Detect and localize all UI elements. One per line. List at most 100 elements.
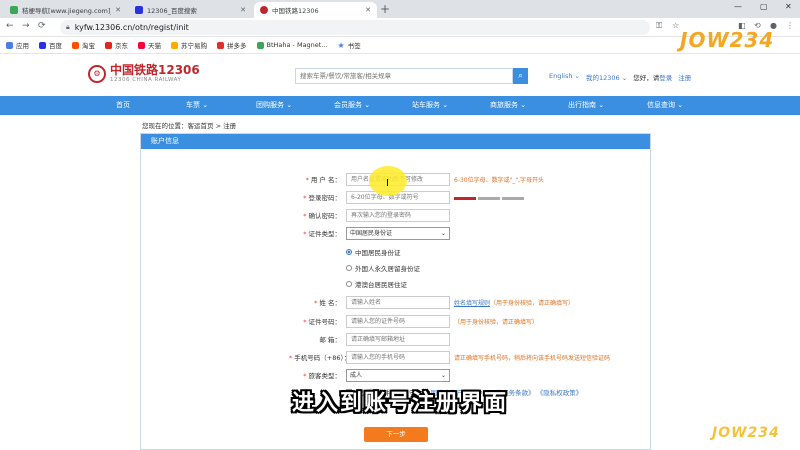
railway-logo-icon: ⚙︎ [88, 64, 106, 83]
confirm-password-label: * 确认密码： [303, 212, 341, 220]
email-label: 邮 箱： [319, 336, 341, 344]
id-number-label: * 证件号码： [303, 318, 341, 326]
logo-subtitle: 12306 CHINA RAILWAY [110, 77, 182, 83]
key-icon[interactable]: ⚿ [656, 21, 662, 31]
bookmark-apps[interactable]: 应用 [6, 40, 29, 50]
greeting-text: 您好，请 [633, 74, 660, 82]
close-icon[interactable]: ✕ [365, 6, 371, 14]
jd-icon [105, 41, 112, 49]
breadcrumb: 您现在的位置：客运首页 > 注册 [142, 122, 237, 130]
english-link[interactable]: English ⌄ [549, 72, 580, 82]
site-search-input[interactable] [295, 68, 513, 84]
address-bar[interactable]: 🔒︎ kyfw.12306.cn/otn/regist/init [60, 20, 650, 35]
window-close-icon[interactable]: ✕ [785, 2, 792, 11]
watermark-logo-bottom: JOW234 [712, 425, 780, 441]
close-icon[interactable]: ✕ [240, 6, 246, 14]
bthaha-icon [256, 41, 264, 49]
tab-title: 秸梗导航[www.jiegeng.com]_秸 [22, 7, 112, 15]
tmall-icon [138, 41, 145, 49]
taobao-icon [72, 41, 79, 49]
bookmark-jd[interactable]: 京东 [105, 40, 128, 50]
password-label: * 登录密码： [303, 194, 341, 202]
bookmark-taobao[interactable]: 淘宝 [72, 40, 95, 50]
id-number-input[interactable] [346, 314, 450, 328]
back-icon[interactable]: ← [6, 21, 14, 31]
username-hint: 6-30位字母、数字或"_",字母开头 [454, 176, 545, 184]
nav-tickets[interactable]: 车票 ⌄ [186, 96, 208, 115]
confirm-password-input[interactable] [346, 208, 450, 222]
nav-info[interactable]: 信息查询 ⌄ [647, 96, 683, 115]
nav-station[interactable]: 站车服务 ⌄ [412, 96, 448, 115]
id-type-select[interactable]: 中国居民身份证 ⌄ [346, 226, 450, 240]
suning-icon [171, 41, 178, 49]
next-step-button[interactable]: 下一步 [364, 427, 428, 442]
nav-guide[interactable]: 出行指南 ⌄ [568, 96, 604, 115]
reload-icon[interactable]: ⟳ [38, 21, 46, 31]
new-tab-button[interactable]: + [380, 2, 390, 16]
radio-selected-icon [346, 249, 352, 255]
search-button[interactable]: ⌕ [513, 68, 528, 84]
bookmark-suning[interactable]: 苏宁易购 [171, 40, 207, 50]
site-favicon-icon [10, 6, 18, 14]
passenger-type-label: * 旅客类型： [303, 372, 341, 380]
my12306-link[interactable]: 我的12306 ⌄ [586, 72, 627, 82]
video-subtitle: 进入到账号注册界面 [291, 391, 508, 416]
baidu-icon [39, 41, 46, 49]
logo-title: 中国铁路12306 [110, 63, 200, 77]
radio-icon [346, 265, 352, 271]
chevron-down-icon: ⌄ [440, 229, 446, 237]
nav-home[interactable]: 首页 [116, 96, 130, 115]
id-option-hkmt[interactable]: 港澳台居民居住证 [346, 279, 407, 289]
radio-icon [346, 281, 352, 287]
id-option-resident[interactable]: 中国居民身份证 [346, 247, 401, 257]
search-icon: ⌕ [518, 71, 523, 80]
bookmark-baidu[interactable]: 百度 [39, 40, 62, 50]
phone-hint: 请正确填写手机号码，稍后将向该手机号码发送短信验证码 [454, 354, 611, 362]
apps-grid-icon [6, 41, 13, 49]
login-link[interactable]: 登录 [659, 74, 672, 82]
password-strength-bar [454, 197, 524, 200]
maximize-icon[interactable]: ▢ [760, 2, 768, 11]
id-option-foreigner[interactable]: 外国人永久居留身份证 [346, 263, 420, 273]
pinduoduo-icon [217, 41, 224, 49]
bookmark-folder[interactable]: ★ 书签 [338, 40, 361, 51]
username-label: * 用 户 名： [305, 176, 341, 184]
email-input[interactable] [346, 332, 450, 346]
baidu-favicon-icon [135, 6, 143, 14]
id-number-hint: （用于身份核验，请正确填写） [454, 318, 539, 326]
phone-input[interactable] [346, 350, 450, 364]
bookmark-tmall[interactable]: 天猫 [138, 40, 161, 50]
tab-title: 中国铁路12306 [272, 7, 319, 15]
close-icon[interactable]: ✕ [115, 6, 121, 14]
main-nav: 首页 车票 ⌄ 团购服务 ⌄ 会员服务 ⌄ 站车服务 ⌄ 商旅服务 ⌄ 出行指南… [0, 96, 800, 115]
nav-group[interactable]: 团购服务 ⌄ [256, 96, 292, 115]
forward-icon[interactable]: → [22, 21, 30, 31]
passenger-type-select[interactable]: 成人 ⌄ [346, 368, 450, 382]
tab-title: 12306_百度搜索 [147, 7, 197, 15]
chevron-down-icon: ⌄ [440, 371, 446, 379]
url-text: kyfw.12306.cn/otn/regist/init [74, 23, 189, 32]
browser-tab-3-active[interactable]: 中国铁路12306 ✕ [254, 2, 377, 18]
minimize-icon[interactable]: — [734, 2, 742, 11]
star-icon[interactable]: ☆ [672, 21, 679, 30]
bookmark-pinduoduo[interactable]: 拼多多 [217, 40, 247, 50]
bookmark-bthaha[interactable]: BtHaha - Magnet... [256, 41, 328, 49]
id-type-label: * 证件类型： [303, 230, 341, 238]
name-rules-link[interactable]: 姓名填写规则 [454, 300, 490, 307]
browser-tab-2[interactable]: 12306_百度搜索 ✕ [129, 2, 252, 18]
panel-title: 账户信息 [141, 134, 650, 149]
site-header: ⚙︎ 中国铁路12306 12306 CHINA RAILWAY ⌕ Engli… [0, 54, 800, 96]
watermark-logo: JOW234 [680, 28, 775, 52]
register-link[interactable]: 注册 [678, 72, 691, 82]
browser-tab-1[interactable]: 秸梗导航[www.jiegeng.com]_秸 ✕ [4, 2, 127, 18]
nav-business[interactable]: 商旅服务 ⌄ [490, 96, 526, 115]
nav-member[interactable]: 会员服务 ⌄ [334, 96, 370, 115]
name-hint: （用于身份核验，请正确填写） [490, 299, 575, 307]
name-input[interactable] [346, 295, 450, 309]
railway-favicon-icon [260, 6, 268, 14]
site-logo[interactable]: ⚙︎ 中国铁路12306 12306 CHINA RAILWAY [88, 64, 200, 83]
phone-label: * 手机号码（+86）： [289, 354, 351, 362]
name-label: * 姓 名： [314, 299, 341, 307]
menu-icon[interactable]: ⋮ [786, 21, 794, 30]
lock-icon: 🔒︎ [66, 23, 70, 31]
